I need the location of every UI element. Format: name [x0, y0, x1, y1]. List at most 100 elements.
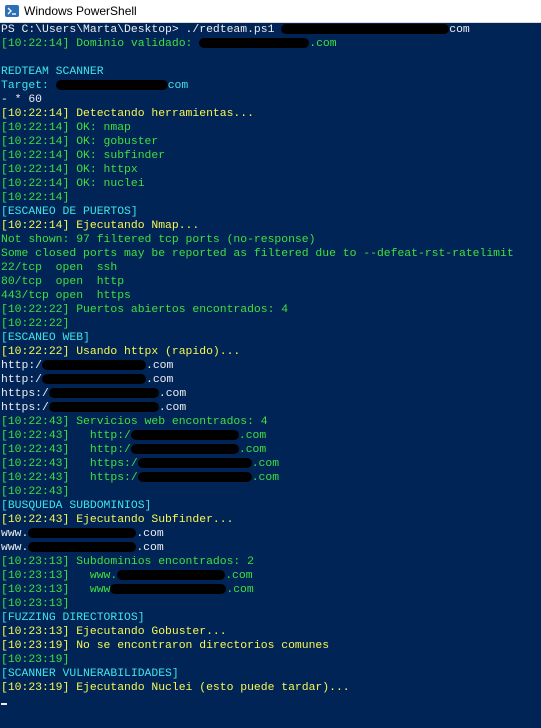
console-text: [10:23:19] No se encontraron directorios… — [1, 640, 330, 652]
console-line: [10:22:43] — [1, 485, 541, 499]
console-line: https:/ .com — [1, 401, 541, 415]
console-line: 80/tcp open http — [1, 275, 541, 289]
console-line: www. .com — [1, 541, 541, 555]
console-text: [ESCANEO DE PUERTOS] — [1, 206, 138, 218]
console-text: 80/tcp open http — [1, 276, 125, 288]
console-line: [10:22:43] https:/ .com — [1, 457, 541, 471]
console-text: com — [167, 80, 189, 92]
console-text: .com — [146, 360, 174, 372]
console-text: [10:23:13] Ejecutando Gobuster... — [1, 626, 227, 638]
console-text: [10:22:43] Servicios web encontrados: 4 — [1, 416, 268, 428]
redaction-mark — [130, 443, 239, 454]
console-line: [10:22:43] Servicios web encontrados: 4 — [1, 415, 541, 429]
console-text: https:/ — [1, 402, 49, 414]
console-text: .com — [238, 444, 267, 456]
console-text: Some closed ports may be reported as fil… — [1, 248, 514, 260]
console-line: http:/ .com — [1, 373, 541, 387]
console-text: .com — [225, 570, 253, 582]
console-line: [10:22:14] OK: nmap — [1, 121, 541, 135]
console-text: [10:22:14] OK: nuclei — [1, 178, 145, 190]
console-text: .com — [136, 542, 164, 554]
console-line: [ESCANEO DE PUERTOS] — [1, 205, 541, 219]
console-line: [10:22:22] — [1, 317, 541, 331]
console-text: - * 60 — [1, 94, 43, 106]
console-line: https:/ .com — [1, 387, 541, 401]
console-text: [ESCANEO WEB] — [1, 332, 90, 344]
console-text: [10:23:13] Subdominios encontrados: 2 — [1, 556, 254, 568]
redaction-mark — [199, 37, 310, 48]
console-text: .com — [309, 38, 337, 50]
redaction-mark — [28, 527, 137, 538]
console-line: [10:22:22] Puertos abiertos encontrados:… — [1, 303, 541, 317]
console-line: [FUZZING DIRECTORIOS] — [1, 611, 541, 625]
redaction-mark — [137, 471, 252, 482]
console-text: [10:23:13] www — [1, 584, 111, 596]
window-title: Windows PowerShell — [24, 4, 137, 18]
console-text: [10:22:14] OK: nmap — [1, 122, 131, 134]
console-text: [10:22:14] Detectando herramientas... — [1, 108, 254, 120]
console-text: [10:22:43] https:/ — [1, 472, 138, 484]
console-text: .com — [146, 374, 174, 386]
console-text: [10:22:14] OK: subfinder — [1, 150, 166, 162]
console-text: 443/tcp open https — [1, 290, 131, 302]
console-text: [10:23:19] Ejecutando Nuclei (esto puede… — [1, 682, 350, 694]
powershell-icon — [5, 5, 19, 17]
redaction-mark — [42, 373, 147, 384]
console-text: [10:22:22] Usando httpx (rapido)... — [1, 346, 241, 358]
console-line: [10:23:19] Ejecutando Nuclei (esto puede… — [1, 681, 541, 695]
console-text: [10:22:43] Ejecutando Subfinder... — [1, 514, 234, 526]
console-text: Not shown: 97 filtered tcp ports (no-res… — [1, 234, 316, 246]
console-line: [10:22:14] OK: gobuster — [1, 135, 541, 149]
console-line: Some closed ports may be reported as fil… — [1, 247, 541, 261]
window-titlebar[interactable]: Windows PowerShell — [0, 0, 541, 23]
redaction-mark — [281, 23, 450, 34]
console-line: [10:22:14] Ejecutando Nmap... — [1, 219, 541, 233]
console-text: www. — [1, 542, 29, 554]
console-line: 22/tcp open ssh — [1, 261, 541, 275]
console-line: [10:22:14] OK: subfinder — [1, 149, 541, 163]
console-text: [10:22:14] OK: gobuster — [1, 136, 159, 148]
console-text: .com — [158, 402, 187, 414]
console-line: [10:23:13] www. .com — [1, 569, 541, 583]
console-text: [10:22:22] — [1, 318, 70, 330]
console-text: www. — [1, 528, 29, 540]
console-text: PS C:\Users\Marta\Desktop> ./redteam.ps1 — [1, 24, 282, 36]
console-text: com — [449, 24, 470, 36]
redaction-mark — [55, 79, 168, 90]
console-text: [10:22:43] https:/ — [1, 458, 138, 470]
console-output[interactable]: PS C:\Users\Marta\Desktop> ./redteam.ps1… — [1, 23, 541, 728]
console-text: [10:22:14] — [1, 192, 70, 204]
console-line: [10:22:43] https:/ .com — [1, 471, 541, 485]
redaction-mark — [28, 541, 137, 552]
console-line: [10:23:13] Subdominios encontrados: 2 — [1, 555, 541, 569]
console-line: Not shown: 97 filtered tcp ports (no-res… — [1, 233, 541, 247]
console-line: [10:22:22] Usando httpx (rapido)... — [1, 345, 541, 359]
console-line: [10:22:14] — [1, 191, 541, 205]
console-line: [10:23:13] www .com — [1, 583, 541, 597]
console-text: [10:23:19] — [1, 654, 70, 666]
console-line: [10:22:14] OK: httpx — [1, 163, 541, 177]
console-text: .com — [158, 388, 187, 400]
console-text: [10:22:14] OK: httpx — [1, 164, 138, 176]
console-line: [10:23:19] No se encontraron directorios… — [1, 639, 541, 653]
redaction-mark — [48, 387, 159, 398]
console-line: [10:23:13] Ejecutando Gobuster... — [1, 625, 541, 639]
console-text: [10:22:22] Puertos abiertos encontrados:… — [1, 304, 289, 316]
console-line: - * 60 — [1, 93, 541, 107]
console-text: .com — [226, 584, 254, 596]
console-text: [10:23:13] — [1, 598, 70, 610]
console-line: [SCANNER VULNERABILIDADES] — [1, 667, 541, 681]
console-line: [10:22:14] Dominio validado: .com — [1, 37, 541, 51]
console-text: [10:23:13] www. — [1, 570, 118, 582]
console-text: [10:22:43] http:/ — [1, 444, 131, 456]
redaction-mark — [117, 569, 226, 580]
console-text: [10:22:43] — [1, 486, 70, 498]
redaction-mark — [137, 457, 252, 468]
console-text: Target: — [1, 80, 56, 92]
redaction-mark — [42, 359, 147, 370]
console-line: [10:22:43] Ejecutando Subfinder... — [1, 513, 541, 527]
console-line: [ESCANEO WEB] — [1, 331, 541, 345]
console-line: [10:22:43] http:/ .com — [1, 443, 541, 457]
console-line: http:/ .com — [1, 359, 541, 373]
